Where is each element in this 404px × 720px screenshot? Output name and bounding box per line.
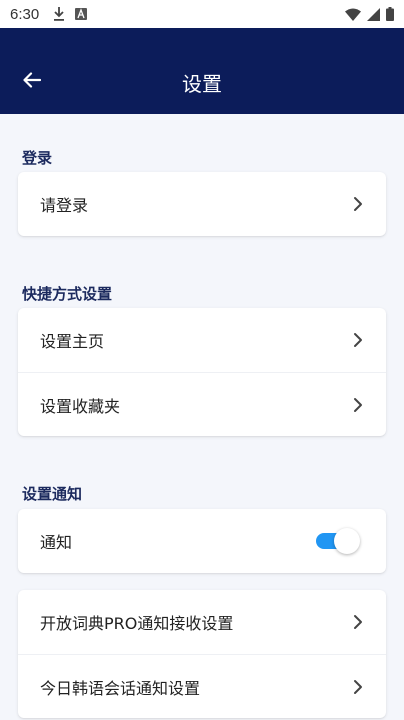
status-bar: 6:30	[0, 0, 404, 28]
chevron-right-icon	[354, 197, 362, 211]
set-homepage-label: 设置主页	[40, 332, 105, 351]
toggle-thumb	[334, 528, 360, 554]
download-icon	[54, 7, 65, 21]
section-title-notification: 设置通知	[22, 485, 83, 503]
chevron-right-icon	[354, 679, 362, 694]
notification-toggle-item: 通知	[18, 509, 386, 573]
battery-icon	[386, 7, 394, 21]
section-title-login: 登录	[22, 149, 53, 167]
notification-settings-card: 开放词典PRO通知接收设置 今日韩语会话通知设置	[18, 590, 386, 718]
notification-toggle-card: 通知	[18, 509, 386, 573]
chevron-right-icon	[354, 615, 362, 629]
login-item-label: 请登录	[40, 196, 89, 215]
daily-korean-notification-label: 今日韩语会话通知设置	[40, 678, 201, 698]
login-card: 请登录	[18, 172, 386, 236]
set-homepage-item[interactable]: 设置主页	[18, 308, 386, 372]
notification-toggle[interactable]	[316, 528, 360, 554]
set-favorites-label: 设置收藏夹	[40, 396, 121, 416]
signal-icon	[367, 7, 380, 21]
page-title: 设置	[182, 72, 222, 96]
daily-korean-notification-item[interactable]: 今日韩语会话通知设置	[18, 654, 386, 718]
open-dict-pro-notification-label: 开放词典PRO通知接收设置	[40, 614, 234, 633]
login-item[interactable]: 请登录	[18, 172, 386, 236]
text-a-icon	[75, 8, 88, 20]
status-time: 6:30	[10, 5, 40, 23]
set-favorites-item[interactable]: 设置收藏夹	[18, 372, 386, 436]
wifi-icon	[345, 8, 361, 21]
notification-label: 通知	[40, 533, 73, 552]
chevron-right-icon	[354, 333, 362, 347]
section-title-shortcut: 快捷方式设置	[22, 285, 113, 303]
chevron-right-icon	[354, 397, 362, 412]
open-dict-pro-notification-item[interactable]: 开放词典PRO通知接收设置	[18, 590, 386, 654]
shortcut-card: 设置主页 设置收藏夹	[18, 308, 386, 436]
